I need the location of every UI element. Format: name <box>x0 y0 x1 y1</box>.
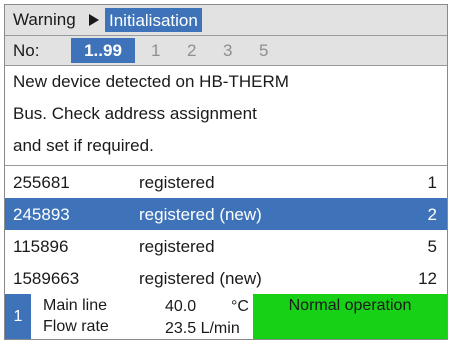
device-status: registered (new) <box>139 269 262 288</box>
device-status: registered (new) <box>139 205 262 224</box>
title-bar: Warning Initialisation <box>5 5 447 36</box>
message-line: New device detected on HB-THERM <box>13 72 289 91</box>
device-row[interactable]: 1589663 registered (new) 12 <box>5 262 447 295</box>
device-row-selected[interactable]: 245893 registered (new) 2 <box>5 198 447 231</box>
device-id: 115896 <box>13 237 69 256</box>
main-line-value: 40.0 <box>165 298 197 315</box>
device-row[interactable]: 255681 registered 1 <box>5 166 447 199</box>
device-id: 1589663 <box>13 269 80 288</box>
page-button-5[interactable]: 5 <box>259 41 268 61</box>
page-button-1[interactable]: 1 <box>151 41 160 61</box>
breadcrumb-warning[interactable]: Warning <box>13 10 76 30</box>
message-panel: New device detected on HB-THERM Bus. Che… <box>5 66 447 166</box>
device-status: registered <box>139 173 215 192</box>
breadcrumb-arrow-icon <box>89 14 99 26</box>
device-address: 12 <box>418 269 437 288</box>
range-button-selected[interactable]: 1..99 <box>71 38 135 63</box>
number-label: No: <box>13 41 40 60</box>
device-status: registered <box>139 237 215 256</box>
breadcrumb-initialisation[interactable]: Initialisation <box>105 8 202 32</box>
number-selector-bar: No: 1..99 1 2 3 5 <box>5 36 447 66</box>
flow-rate-label: Flow rate <box>43 318 109 335</box>
device-address: 2 <box>427 205 437 224</box>
device-row[interactable]: 115896 registered 5 <box>5 230 447 263</box>
device-id: 255681 <box>13 173 70 192</box>
hb-therm-display: Warning Initialisation No: 1..99 1 2 3 5… <box>4 4 448 340</box>
status-bar: 1 Main line Flow rate 40.0 °C 23.5 L/min… <box>5 294 447 339</box>
message-line: and set if required. <box>13 136 154 155</box>
main-line-unit: °C <box>231 298 249 315</box>
device-address: 5 <box>427 237 437 256</box>
unit-index-badge: 1 <box>5 294 31 339</box>
device-id: 245893 <box>13 205 70 224</box>
flow-rate-value: 23.5 L/min <box>165 320 240 337</box>
device-address: 1 <box>427 173 437 192</box>
message-line: Bus. Check address assignment <box>13 104 257 123</box>
operation-status-text: Normal operation <box>288 297 412 314</box>
page-button-3[interactable]: 3 <box>223 41 232 61</box>
operation-status-indicator: Normal operation <box>253 294 447 339</box>
main-line-label: Main line <box>43 297 108 314</box>
page-button-2[interactable]: 2 <box>187 41 196 61</box>
